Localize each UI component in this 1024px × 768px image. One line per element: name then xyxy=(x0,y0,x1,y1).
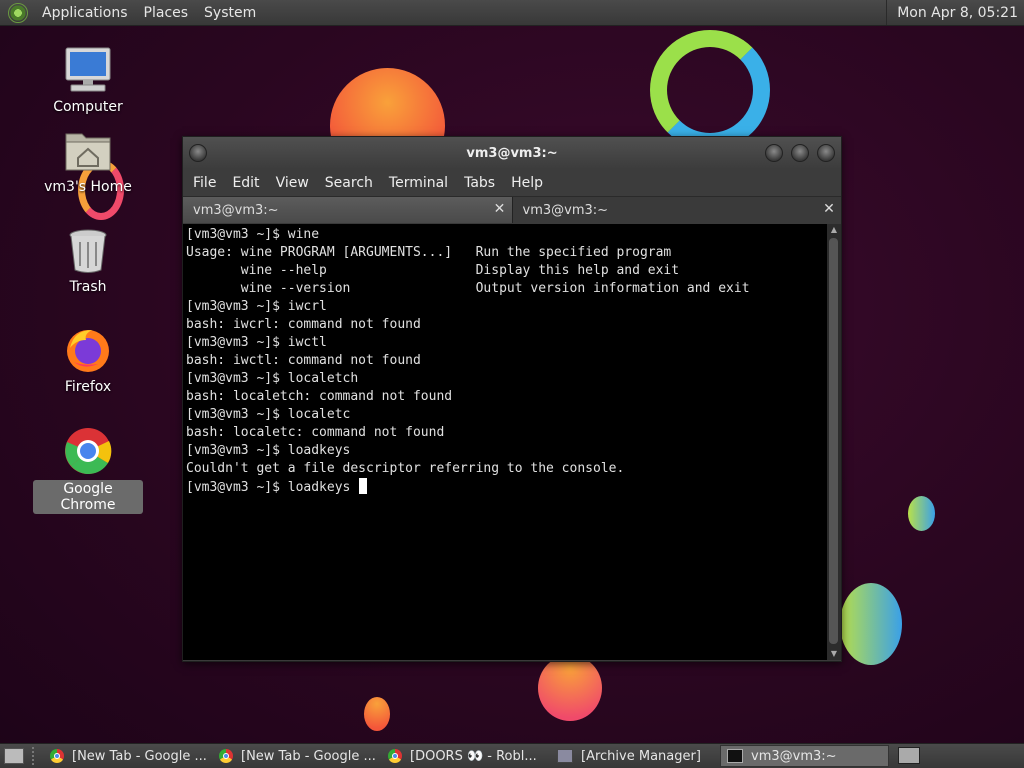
menu-applications[interactable]: Applications xyxy=(34,5,136,21)
taskbar-label: vm3@vm3:~ xyxy=(751,748,837,764)
terminal-prompt-line: [vm3@vm3 ~]$ loadkeys xyxy=(186,480,359,495)
window-menu-button[interactable] xyxy=(189,144,207,162)
chrome-icon xyxy=(65,428,112,474)
archive-icon xyxy=(557,749,573,763)
desktop-icon-trash[interactable]: Trash xyxy=(33,228,143,296)
terminal-line: Usage: wine PROGRAM [ARGUMENTS...] Run t… xyxy=(186,245,672,260)
text-cursor xyxy=(359,478,368,494)
chrome-icon xyxy=(388,749,402,763)
menu-terminal[interactable]: Terminal xyxy=(381,175,456,191)
clock[interactable]: Mon Apr 8, 05:21 xyxy=(886,0,1024,25)
desktop-icon-firefox[interactable]: Firefox xyxy=(33,326,143,396)
desktop-icon-google-chrome[interactable]: Google Chrome xyxy=(33,426,143,514)
desktop-icon-label: Google Chrome xyxy=(33,480,143,514)
chrome-icon xyxy=(50,749,64,763)
desktop-icon-computer[interactable]: Computer xyxy=(33,46,143,116)
menu-search[interactable]: Search xyxy=(317,175,381,191)
taskbar-item-terminal[interactable]: vm3@vm3:~ xyxy=(720,745,889,767)
tab-label: vm3@vm3:~ xyxy=(522,202,609,218)
taskbar-label: [Archive Manager] xyxy=(581,748,701,764)
terminal-line: Couldn't get a file descriptor referring… xyxy=(186,461,625,476)
bottom-panel: [New Tab - Google ... [New Tab - Google … xyxy=(0,743,1024,768)
firefox-icon xyxy=(67,330,109,372)
maximize-button[interactable] xyxy=(791,144,809,162)
wallpaper-ring xyxy=(650,30,770,150)
taskbar-item-archive-manager[interactable]: [Archive Manager] xyxy=(551,746,718,766)
tab-label: vm3@vm3:~ xyxy=(193,202,279,218)
wallpaper-blob-orange-small xyxy=(364,697,390,731)
terminal-line: wine --help Display this help and exit xyxy=(186,263,680,278)
terminal-line: bash: iwcrl: command not found xyxy=(186,317,421,332)
terminal-window[interactable]: vm3@vm3:~ File Edit View Search Terminal… xyxy=(182,136,842,662)
trash-icon xyxy=(69,229,107,273)
chrome-icon xyxy=(219,749,233,763)
terminal-line: [vm3@vm3 ~]$ iwcrl xyxy=(186,299,327,314)
menu-tabs[interactable]: Tabs xyxy=(456,175,503,191)
menu-places[interactable]: Places xyxy=(136,5,197,21)
menu-system[interactable]: System xyxy=(196,5,264,21)
taskbar-item-new-tab-1[interactable]: [New Tab - Google ... xyxy=(44,746,211,766)
terminal-line: [vm3@vm3 ~]$ loadkeys xyxy=(186,443,351,458)
home-folder-icon xyxy=(65,133,111,171)
terminal-menubar: File Edit View Search Terminal Tabs Help xyxy=(183,169,841,196)
terminal-scrollbar[interactable]: ▲ ▼ xyxy=(827,224,841,660)
terminal-line: [vm3@vm3 ~]$ iwctl xyxy=(186,335,327,350)
scroll-down-icon[interactable]: ▼ xyxy=(827,648,841,660)
window-title: vm3@vm3:~ xyxy=(466,145,558,161)
close-button[interactable] xyxy=(817,144,835,162)
taskbar-item-doors[interactable]: [DOORS 👀 - Robl... xyxy=(382,746,549,766)
taskbar-label: [New Tab - Google ... xyxy=(72,748,207,764)
wallpaper-blob-red xyxy=(538,655,602,721)
top-panel: Applications Places System Mon Apr 8, 05… xyxy=(0,0,1024,26)
window-titlebar[interactable]: vm3@vm3:~ xyxy=(183,137,841,169)
taskbar-label: [DOORS 👀 - Robl... xyxy=(410,748,537,764)
menu-edit[interactable]: Edit xyxy=(224,175,267,191)
terminal-tab-1[interactable]: vm3@vm3:~ ✕ xyxy=(183,197,513,223)
taskbar-item-new-tab-2[interactable]: [New Tab - Google ... xyxy=(213,746,380,766)
terminal-line: wine --version Output version informatio… xyxy=(186,281,750,296)
scrollbar-thumb[interactable] xyxy=(829,238,838,644)
menu-view[interactable]: View xyxy=(268,175,317,191)
workspace-switcher[interactable] xyxy=(898,747,920,764)
terminal-line: [vm3@vm3 ~]$ wine xyxy=(186,227,320,242)
terminal-line: [vm3@vm3 ~]$ localetc xyxy=(186,407,351,422)
menu-file[interactable]: File xyxy=(185,175,224,191)
terminal-line: bash: localetch: command not found xyxy=(186,389,453,404)
close-tab-icon[interactable]: ✕ xyxy=(492,201,508,217)
terminal-line: [vm3@vm3 ~]$ localetch xyxy=(186,371,359,386)
computer-icon xyxy=(65,47,111,92)
desktop-icon-label: vm3's Home xyxy=(44,179,132,195)
wallpaper-blob-green xyxy=(840,583,902,665)
desktop-icon-label: Computer xyxy=(53,99,123,115)
terminal-line: bash: iwctl: command not found xyxy=(186,353,421,368)
minimize-button[interactable] xyxy=(765,144,783,162)
close-tab-icon[interactable]: ✕ xyxy=(821,201,837,217)
menu-help[interactable]: Help xyxy=(503,175,551,191)
terminal-icon xyxy=(727,749,743,763)
wallpaper-blob-teal xyxy=(908,496,935,531)
desktop-icon-home[interactable]: vm3's Home xyxy=(33,128,143,196)
desktop-icon-label: Trash xyxy=(69,279,107,295)
scroll-up-icon[interactable]: ▲ xyxy=(827,224,841,236)
terminal-tab-2[interactable]: vm3@vm3:~ ✕ xyxy=(512,197,841,223)
terminal-output[interactable]: [vm3@vm3 ~]$ wine Usage: wine PROGRAM [A… xyxy=(183,224,827,660)
terminal-line: bash: localetc: command not found xyxy=(186,425,445,440)
terminal-tabbar: vm3@vm3:~ ✕ vm3@vm3:~ ✕ xyxy=(183,196,841,223)
panel-separator xyxy=(32,747,40,765)
distro-logo-icon[interactable] xyxy=(8,2,28,23)
taskbar-label: [New Tab - Google ... xyxy=(241,748,376,764)
show-desktop-icon[interactable] xyxy=(4,748,24,764)
desktop-icon-label: Firefox xyxy=(64,379,112,395)
